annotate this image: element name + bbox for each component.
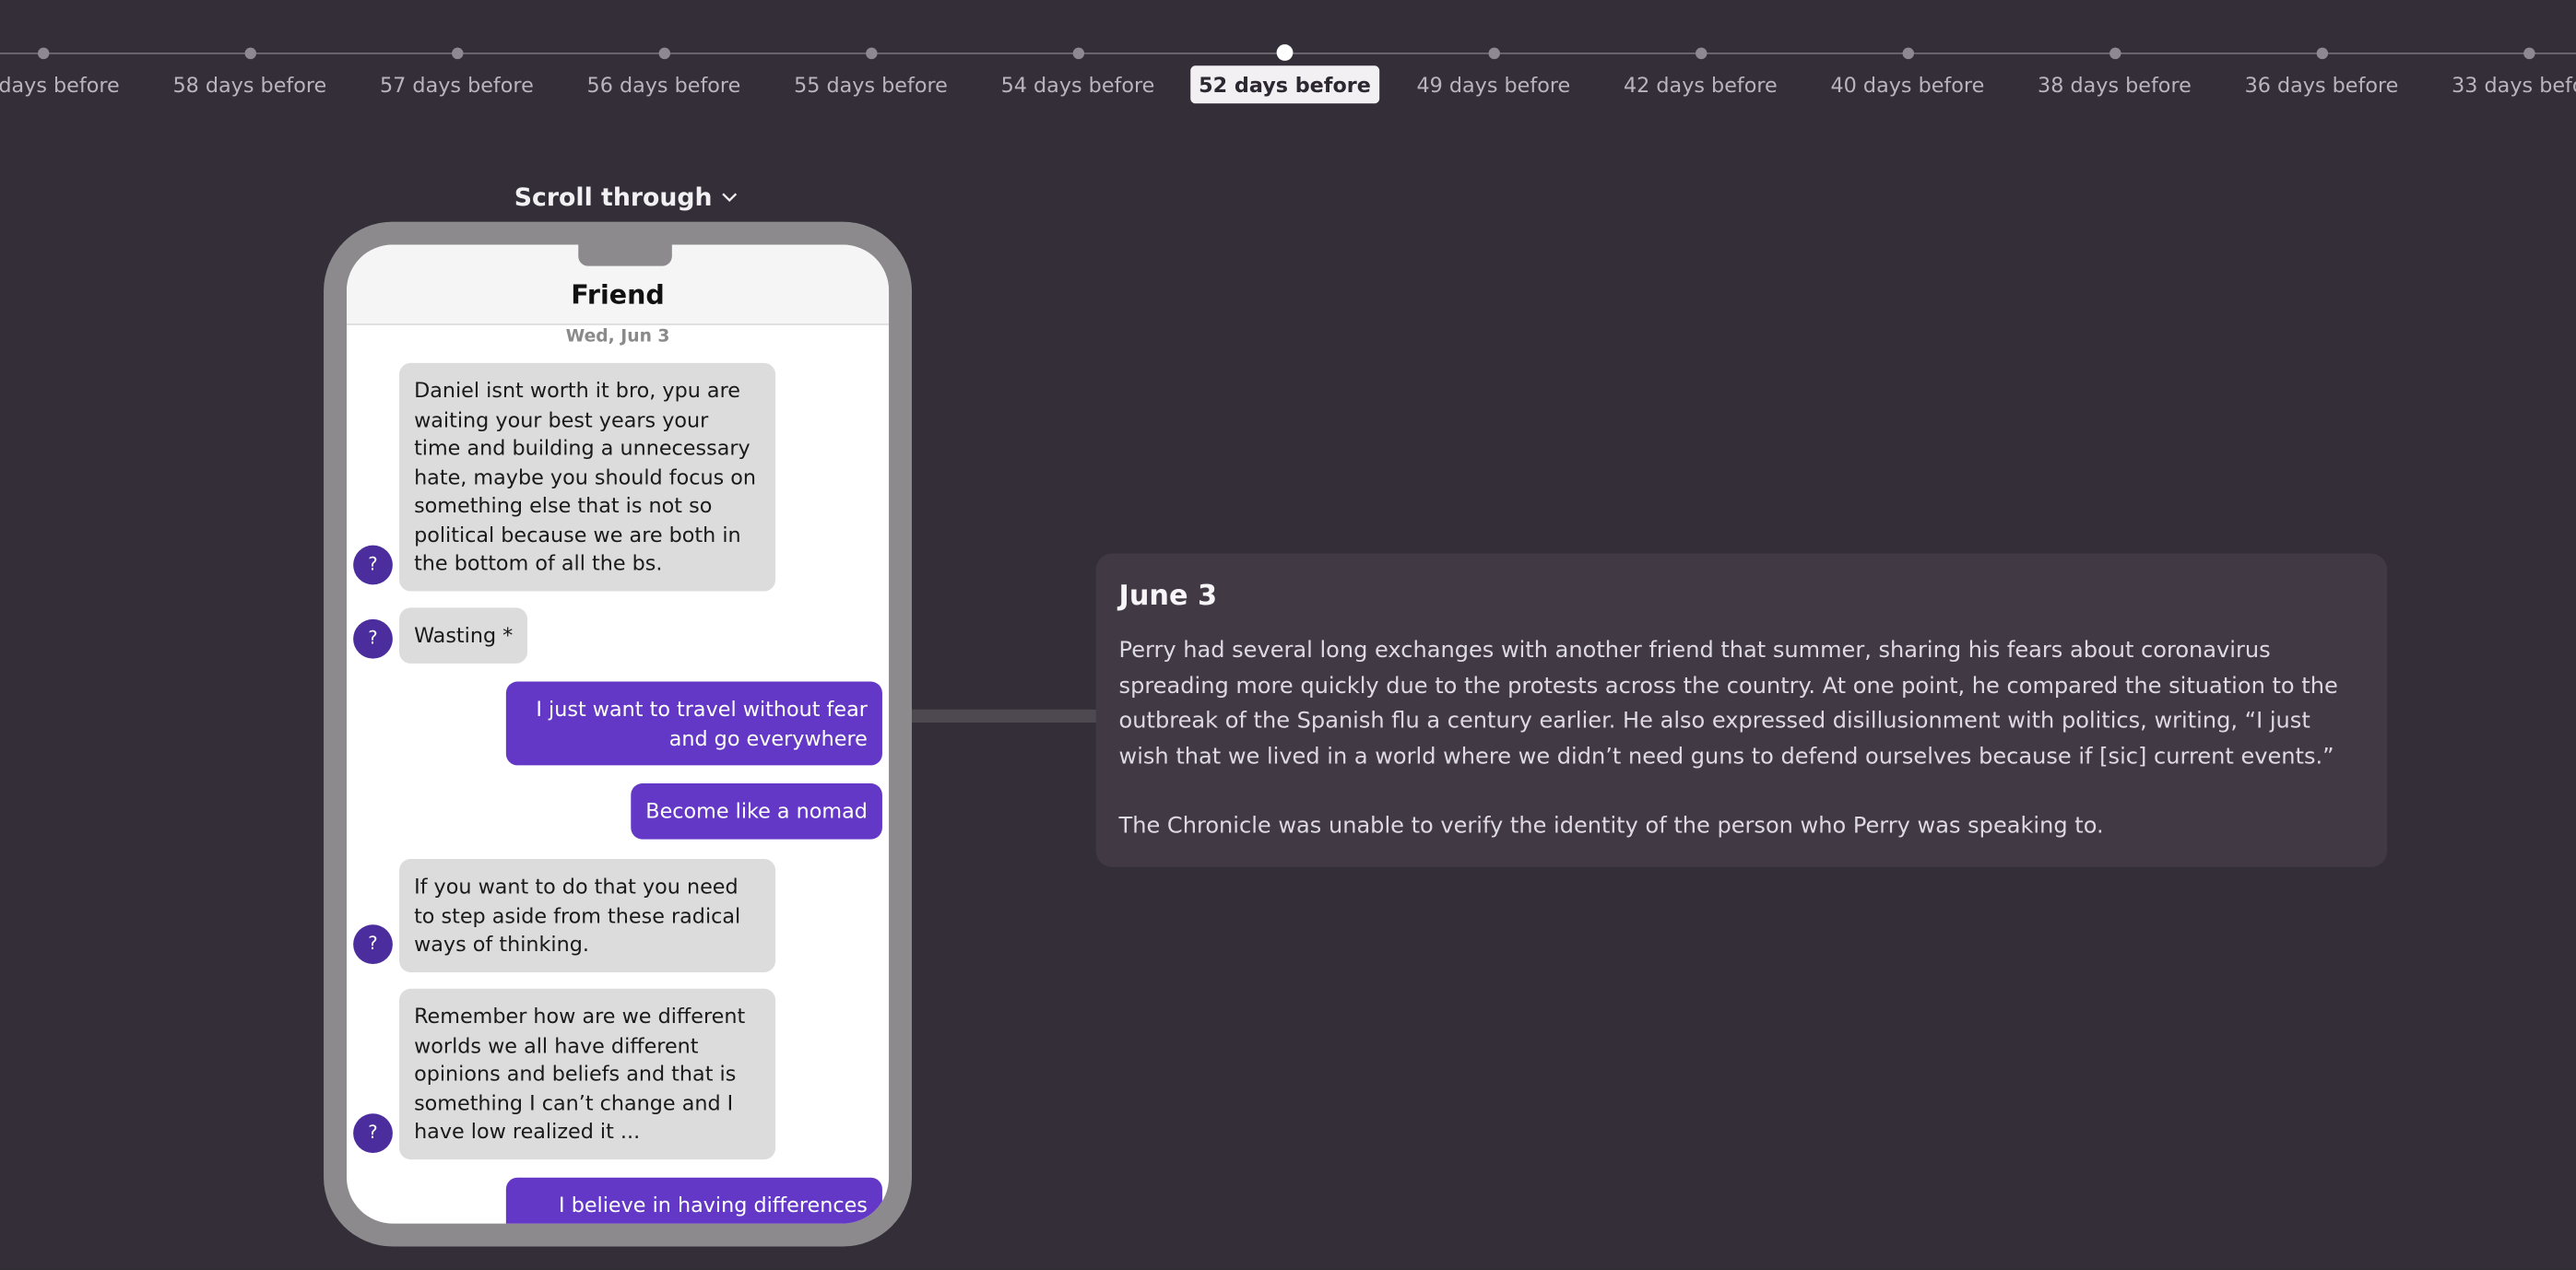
timeline-label: 49 days before xyxy=(1416,72,1571,98)
timeline-dot-active xyxy=(1276,44,1294,61)
message-outgoing: I believe in having differences but xyxy=(505,1177,882,1224)
timeline-dot xyxy=(451,47,463,60)
timeline-label: 38 days before xyxy=(2038,72,2192,98)
message-outgoing: I just want to travel without fear and g… xyxy=(505,681,882,766)
timeline-item[interactable]: 36 days before xyxy=(2218,0,2426,115)
timeline-label: 56 days before xyxy=(586,72,741,98)
timeline-label: 58 days before xyxy=(172,72,327,98)
phone-notch xyxy=(578,244,672,266)
timeline-item[interactable]: 49 days before xyxy=(1390,0,1598,115)
timeline-dot xyxy=(1695,47,1707,60)
timeline-dot xyxy=(243,47,256,60)
card-note: The Chronicle was unable to verify the i… xyxy=(1118,813,2104,840)
scroll-through-label: Scroll through xyxy=(514,182,713,212)
chevron-down-icon xyxy=(721,192,738,203)
timeline-dot xyxy=(1071,47,1084,60)
phone-frame: Friend Wed, Jun 3 Daniel isnt worth it b… xyxy=(324,221,913,1247)
scroll-through-dropdown[interactable]: Scroll through xyxy=(514,182,738,212)
timeline-dot xyxy=(1901,47,1914,60)
timeline-item[interactable]: 54 days before xyxy=(975,0,1182,115)
timeline-dot xyxy=(2315,47,2328,60)
timeline-dot xyxy=(2109,47,2121,60)
timeline-label: 36 days before xyxy=(2244,72,2399,98)
timeline-item[interactable]: 55 days before xyxy=(767,0,975,115)
timeline-item[interactable]: 33 days before xyxy=(2425,0,2576,115)
timeline-dot xyxy=(2523,47,2535,60)
timeline-item[interactable]: 58 days before xyxy=(147,0,354,115)
timeline-item[interactable]: 42 days before xyxy=(1597,0,1804,115)
timeline-label: 59 days before xyxy=(0,72,120,98)
timeline-label: 40 days before xyxy=(1830,72,1985,98)
message-incoming: If you want to do that you need to step … xyxy=(399,858,776,972)
card-connector xyxy=(912,709,1098,723)
timeline-item-active[interactable]: 52 days before xyxy=(1181,0,1388,115)
timeline-dot xyxy=(1487,47,1500,60)
timeline-dot xyxy=(37,47,49,60)
timeline-item[interactable]: 57 days before xyxy=(353,0,561,115)
message-incoming: Remember how are we different worlds we … xyxy=(399,988,776,1159)
card-body: Perry had several long exchanges with an… xyxy=(1118,637,2338,770)
message-incoming: Daniel isnt worth it bro, ypu are waitin… xyxy=(399,362,776,591)
avatar: ? xyxy=(353,618,393,659)
timeline-label: 55 days before xyxy=(794,72,948,98)
date-divider: Wed, Jun 3 xyxy=(565,326,670,347)
avatar: ? xyxy=(353,1113,393,1153)
story-card: June 3 Perry had several long exchanges … xyxy=(1095,553,2388,867)
card-title: June 3 xyxy=(1118,580,1218,613)
timeline-label: 42 days before xyxy=(1623,72,1778,98)
timeline-label-active: 52 days before xyxy=(1190,65,1379,104)
avatar: ? xyxy=(353,545,393,585)
timeline-dot xyxy=(865,47,877,60)
timeline-label: 54 days before xyxy=(1000,72,1155,98)
timeline-item[interactable]: 40 days before xyxy=(1804,0,2012,115)
message-incoming: Wasting * xyxy=(399,607,528,664)
timeline-label: 57 days before xyxy=(380,72,534,98)
timeline-label: 33 days before xyxy=(2452,72,2576,98)
contact-name: Friend xyxy=(571,278,665,311)
message-outgoing: Become like a nomad xyxy=(631,783,882,839)
story-page: 59 days before 58 days before 57 days be… xyxy=(0,0,2576,1270)
timeline-dot xyxy=(657,47,670,60)
timeline: 59 days before 58 days before 57 days be… xyxy=(0,0,2576,132)
timeline-item[interactable]: 59 days before xyxy=(0,0,147,115)
phone-screen[interactable]: Friend Wed, Jun 3 Daniel isnt worth it b… xyxy=(347,244,890,1224)
timeline-item[interactable]: 56 days before xyxy=(561,0,768,115)
timeline-item[interactable]: 38 days before xyxy=(2011,0,2218,115)
avatar: ? xyxy=(353,924,393,965)
